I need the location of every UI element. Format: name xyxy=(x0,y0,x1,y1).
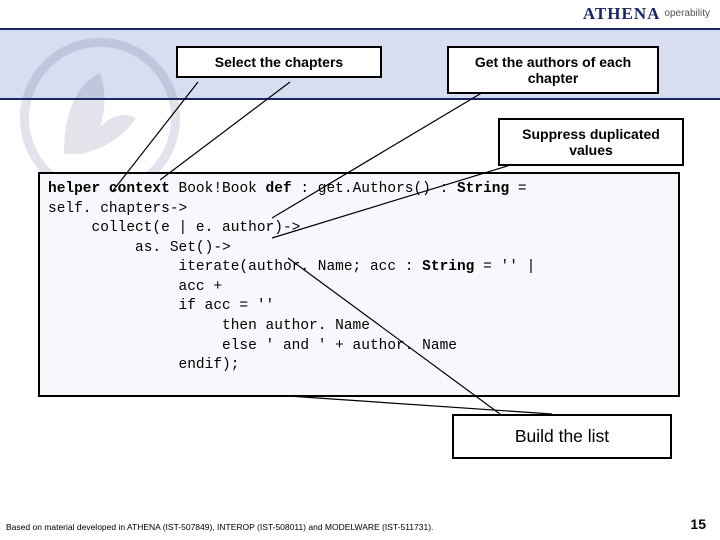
header: ATHENA operability xyxy=(0,0,720,28)
callout-build-list: Build the list xyxy=(452,414,672,459)
code-line: self. chapters-> xyxy=(48,200,670,220)
code-line: as. Set()-> xyxy=(48,239,670,259)
code-line: endif); xyxy=(48,356,670,376)
callout-get-authors: Get the authors of each chapter xyxy=(447,46,659,94)
brand-logo: ATHENA xyxy=(583,4,660,23)
header-tag: operability xyxy=(664,8,710,19)
code-block: helper context Book!Book def : get.Autho… xyxy=(38,172,680,397)
callout-text: Select the chapters xyxy=(215,54,343,70)
callout-text: Build the list xyxy=(515,426,609,446)
callout-text: Get the authors of each chapter xyxy=(475,54,631,86)
code-line: helper context Book!Book def : get.Autho… xyxy=(48,180,670,200)
code-line: iterate(author. Name; acc : String = '' … xyxy=(48,258,670,278)
callout-suppress: Suppress duplicated values xyxy=(498,118,684,166)
callout-text: Suppress duplicated values xyxy=(522,126,660,158)
code-line: if acc = '' xyxy=(48,297,670,317)
code-line: else ' and ' + author. Name xyxy=(48,337,670,357)
callout-select-chapters: Select the chapters xyxy=(176,46,382,78)
footer-credit: Based on material developed in ATHENA (I… xyxy=(6,522,433,532)
code-line: collect(e | e. author)-> xyxy=(48,219,670,239)
code-line: acc + xyxy=(48,278,670,298)
page-number: 15 xyxy=(690,516,706,532)
code-line: then author. Name xyxy=(48,317,670,337)
